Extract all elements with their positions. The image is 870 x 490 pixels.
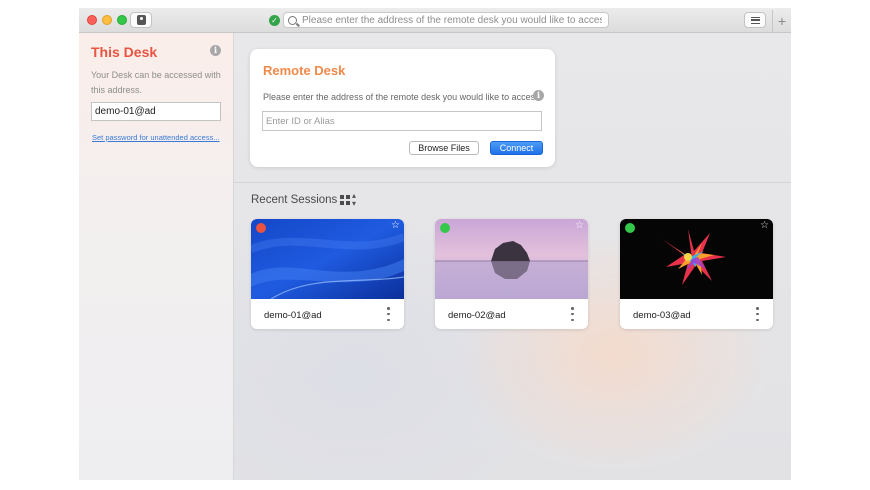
vertical-ellipsis-icon[interactable] [571, 307, 574, 321]
section-divider [234, 182, 791, 183]
search-icon [288, 15, 297, 25]
session-card[interactable]: ☆ demo-03@ad [620, 219, 773, 329]
remote-id-input[interactable] [262, 111, 542, 131]
remote-desk-card: Remote Desk Please enter the address of … [250, 49, 555, 167]
session-status-indicator [440, 223, 450, 233]
titlebar: ✓ + [79, 8, 791, 33]
session-status-indicator [625, 223, 635, 233]
grid-view-icon[interactable] [340, 195, 350, 205]
menu-button[interactable] [744, 12, 766, 28]
set-password-link[interactable]: Set password for unattended access... [92, 133, 220, 142]
address-book-button[interactable] [130, 12, 152, 28]
recent-sessions-title: Recent Sessions [251, 194, 338, 206]
connect-button[interactable]: Connect [490, 141, 543, 155]
info-icon[interactable]: i [210, 45, 221, 56]
remote-desk-description: Please enter the address of the remote d… [263, 92, 543, 102]
address-book-icon [136, 15, 146, 25]
main-content: Remote Desk Please enter the address of … [234, 33, 791, 480]
sidebar-this-desk: This Desk i Your Desk can be accessed wi… [79, 33, 234, 480]
this-desk-description: Your Desk can be accessed with this addr… [91, 70, 221, 95]
info-icon[interactable]: i [533, 90, 544, 101]
desk-id-field[interactable]: demo-01@ad [91, 102, 221, 121]
session-thumbnail[interactable] [620, 219, 773, 299]
vertical-ellipsis-icon[interactable] [756, 307, 759, 321]
browse-files-button[interactable]: Browse Files [409, 141, 479, 155]
sort-chevron-icon[interactable]: ▴ ▾ [352, 192, 356, 208]
verified-check-icon: ✓ [269, 15, 280, 26]
new-tab-button[interactable]: + [772, 10, 791, 32]
session-card[interactable]: ☆ demo-01@ad [251, 219, 404, 329]
session-name: demo-02@ad [448, 310, 506, 321]
session-status-indicator [256, 223, 266, 233]
app-window: ✓ + This Desk i Your Desk can be accesse… [79, 8, 791, 480]
star-outline-icon[interactable]: ☆ [575, 220, 584, 231]
close-window-button[interactable] [87, 15, 97, 25]
session-name: demo-01@ad [264, 310, 322, 321]
session-name: demo-03@ad [633, 310, 691, 321]
zoom-window-button[interactable] [117, 15, 127, 25]
session-thumbnail[interactable] [435, 219, 588, 299]
address-input[interactable] [302, 14, 602, 26]
address-bar[interactable] [283, 12, 609, 28]
this-desk-title: This Desk [91, 44, 158, 60]
star-outline-icon[interactable]: ☆ [391, 220, 400, 231]
remote-desk-title: Remote Desk [263, 63, 346, 78]
list-icon [750, 16, 760, 24]
vertical-ellipsis-icon[interactable] [387, 307, 390, 321]
minimize-window-button[interactable] [102, 15, 112, 25]
star-outline-icon[interactable]: ☆ [760, 220, 769, 231]
session-card[interactable]: ☆ demo-02@ad [435, 219, 588, 329]
session-thumbnail[interactable] [251, 219, 404, 299]
